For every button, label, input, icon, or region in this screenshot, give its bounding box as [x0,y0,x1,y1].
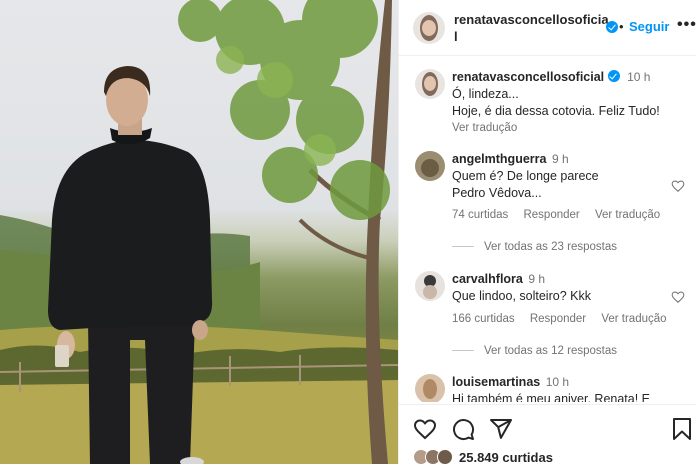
heart-icon[interactable] [671,290,685,304]
heart-icon[interactable] [671,179,685,193]
commenter-avatar[interactable] [415,271,445,301]
caption-line-1: Ó, lindeza... [452,87,519,101]
heart-icon[interactable] [413,417,437,441]
comment-meta: 74 curtidas Responder Ver tradução [452,209,672,221]
caption-translate-link[interactable]: Ver tradução [452,120,677,137]
comment-username[interactable]: carvalhflora [452,272,523,286]
share-icon[interactable] [489,417,513,441]
author-username[interactable]: renatavasconcellosoficia [454,12,609,27]
view-replies[interactable]: Ver todas as 12 respostas [452,345,617,357]
bookmark-icon[interactable] [671,417,693,441]
header-separator: • [619,19,624,34]
follow-button[interactable]: Seguir [629,19,669,34]
post-actions-bar: 25.849 curtidas [399,404,696,464]
verified-badge-icon [607,70,620,82]
verified-badge-icon [606,21,618,33]
view-replies-label[interactable]: Ver todas as 23 respostas [484,241,617,253]
replies-divider [452,246,474,248]
commenter-avatar[interactable] [415,374,445,402]
comment-time: 9 h [551,152,569,166]
replies-divider [452,350,474,352]
author-username-wrap[interactable]: l [454,29,458,44]
comment-likes[interactable]: 74 curtidas [452,209,508,221]
post-caption: renatavasconcellosoficial 10 h Ó, lindez… [415,69,685,134]
author-avatar[interactable] [413,12,445,44]
post-photo[interactable] [0,0,398,464]
comment-text: Hj também é meu aniver, Renata! E [452,392,651,402]
comment-text: Quem é? De longe parece Pedro Vêdova... [452,169,599,200]
reply-button[interactable]: Responder [523,209,579,221]
more-options-icon[interactable]: ••• [677,16,696,34]
comment-username[interactable]: louisemartinas [452,375,540,389]
comments-list[interactable]: renatavasconcellosoficial 10 h Ó, lindez… [399,57,696,402]
comment-item: carvalhflora 9 h Que lindoo, solteiro? K… [415,271,685,371]
comment-text: Que lindoo, solteiro? Kkk [452,289,591,303]
translate-link[interactable]: Ver tradução [601,313,666,325]
photo-scene [0,0,398,464]
view-replies[interactable]: Ver todas as 23 respostas [452,241,617,253]
reply-button[interactable]: Responder [530,313,586,325]
author-avatar-small[interactable] [415,69,445,99]
caption-username[interactable]: renatavasconcellosoficial [452,70,604,84]
caption-line-2: Hoje, é dia dessa cotovia. Feliz Tudo! [452,104,660,118]
caption-time[interactable]: 10 h [627,70,650,84]
post-side-panel: renatavasconcellosoficia l • Seguir ••• … [398,0,696,464]
post-header: renatavasconcellosoficia l • Seguir ••• [399,0,696,56]
comment-item: louisemartinas 10 h Hj também é meu aniv… [415,374,685,402]
comment-icon[interactable] [451,417,475,441]
translate-link[interactable]: Ver tradução [595,209,660,221]
view-replies-label[interactable]: Ver todas as 12 respostas [484,345,617,357]
comment-time: 9 h [528,272,546,286]
comment-username[interactable]: angelmthguerra [452,152,546,166]
comment-meta: 166 curtidas Responder Ver tradução [452,313,679,325]
likes-count[interactable]: 25.849 curtidas [459,450,553,464]
liker-avatar [437,449,453,464]
comment-time: 10 h [545,375,570,389]
commenter-avatar[interactable] [415,151,445,181]
comment-item: angelmthguerra 9 h Quem é? De longe pare… [415,151,685,261]
comment-likes[interactable]: 166 curtidas [452,313,515,325]
